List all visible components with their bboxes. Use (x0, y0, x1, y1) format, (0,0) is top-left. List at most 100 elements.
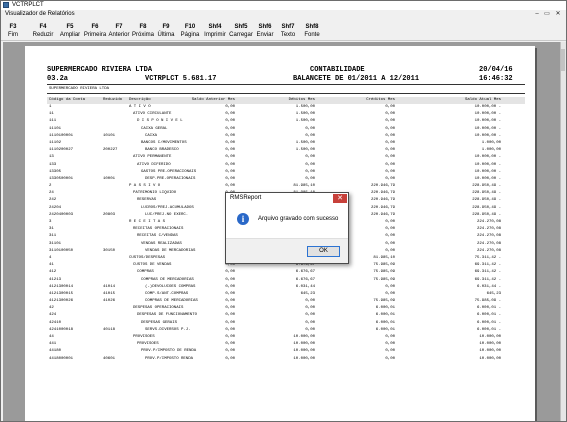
report-time: 16:46:32 (479, 75, 513, 83)
account-code-cell: 41 (49, 263, 54, 268)
prev-balance-cell: 0,00 (225, 335, 235, 339)
company-band: SUPERMERCADO RIVIERA LTDA (49, 87, 110, 91)
toolbar-button-enviar[interactable]: Shf6 Enviar (254, 23, 276, 40)
credits-cell: 0,00 (385, 335, 395, 339)
toolbar-button-fonte[interactable]: Shf8 Fonte (301, 23, 323, 40)
table-row: 412 COMPRAS 0,00 6.676,67 75.985,09 69.311,42… (47, 269, 525, 276)
credits-cell: 0,00 (385, 140, 395, 145)
toolbar-button-proxima[interactable]: F8 Próxima (130, 23, 156, 40)
current-balance-cell: 224.270,08 (476, 241, 501, 246)
description-cell: COMPRAS DE MERCADORIAS (141, 277, 194, 282)
credits-cell: 75.985,09 (373, 270, 395, 275)
current-balance-cell: 228.950,49 - (472, 184, 501, 189)
current-balance-cell: 10.000,00 (479, 349, 501, 354)
current-balance-cell: 69.311,42 - (474, 270, 501, 275)
scrollbar-thumb[interactable] (561, 49, 565, 71)
account-code-cell: 11 (49, 112, 54, 117)
current-balance-cell: 10.000,00 - (474, 133, 501, 138)
current-balance-cell: 224.270,08 (476, 227, 501, 232)
description-cell: PROV.P/IMPOSTO DE RENDA (141, 349, 197, 354)
account-code-cell: 4121300014 (49, 284, 74, 289)
dialog-close-button[interactable]: ✕ (333, 194, 347, 203)
table-row: 424 DESPESAS DE FUNCIONAMENTO 0,00 0,00 6.00… (47, 312, 525, 319)
description-cell: PROVISOES (137, 342, 159, 347)
description-cell: P A S S I V O (129, 184, 161, 189)
table-row: 133 ATIVO DIFERIDO 0,00 0,00 0,00 10.000,00 - (47, 162, 525, 169)
current-balance-cell: 6.000,01 - (476, 313, 501, 318)
credits-cell: 0,00 (385, 148, 395, 153)
credits-cell: 0,00 (385, 169, 395, 174)
toolbar-button-primeira[interactable]: F6 Primeira (82, 23, 108, 40)
minimize-button[interactable]: – (533, 11, 541, 18)
description-cell: ATIVO DIFERIDO (137, 162, 171, 167)
report-code: 03.2a (47, 75, 69, 83)
description-cell: CAIXA (145, 133, 158, 138)
dialog-body: i Arquivo gravado com sucesso (226, 204, 348, 238)
current-balance-cell: 645,23 (486, 291, 501, 296)
column-header-prev-balance: Saldo Anterior Mes (191, 98, 235, 102)
toolbar-button-pagina[interactable]: F10 Página (177, 23, 203, 40)
toolbar-button-texto[interactable]: Shf7 Texto (277, 23, 299, 40)
debits-cell: 645,23 (300, 291, 315, 296)
table-row: 2 P A S S I V O 0,00 81.985,10 220.946,79 228… (47, 183, 525, 190)
credits-cell: 0,00 (385, 356, 395, 361)
vertical-scrollbar[interactable] (560, 42, 566, 421)
current-balance-cell: 10.000,00 - (474, 126, 501, 131)
toolbar-button-reduzir[interactable]: F4 Reduzir (30, 23, 56, 40)
toolbar-button-label: Texto (280, 32, 296, 38)
account-code-cell: 2 (49, 184, 52, 189)
account-code-cell: 44 (49, 335, 54, 339)
account-code-cell: 41213 (49, 277, 62, 282)
description-cell: COMPRAS (137, 270, 154, 275)
description-cell: CUSTOS DE VENDAS (133, 263, 172, 268)
debits-cell: 0,00 (305, 155, 315, 160)
debits-cell: 0,00 (305, 299, 315, 304)
credits-cell: 0,00 (385, 349, 395, 354)
account-code-cell: 13305 (49, 169, 62, 174)
account-code-cell: 311 (49, 234, 57, 239)
table-row: 1 A T I V O 0,00 1.500,00 0,00 10.000,00 - (47, 104, 525, 111)
account-code-cell: 2420400003 (49, 212, 74, 217)
account-code-cell: 1 (49, 105, 52, 109)
account-code-cell: 4241000018 (49, 327, 74, 332)
current-balance-cell: 10.000,00 - (474, 112, 501, 117)
current-balance-cell: 69.311,42 - (474, 277, 501, 282)
toolbar-button-fim[interactable]: F3 Fim (3, 23, 23, 40)
credits-cell: 75.985,09 (373, 299, 395, 304)
maximize-button[interactable]: ▭ (543, 11, 551, 18)
toolbar-button-imprimir[interactable]: Shf4 Imprimir (202, 23, 228, 40)
toolbar-button-ultima[interactable]: F9 Última (154, 23, 178, 40)
credits-cell: 0,00 (385, 284, 395, 289)
ok-button[interactable]: OK (307, 246, 340, 257)
description-cell: ATIVO PERMANENTE (133, 155, 172, 160)
credits-cell: 81.985,10 (373, 255, 395, 260)
debits-cell: 6.676,67 (295, 270, 315, 275)
credits-cell: 0,00 (385, 155, 395, 160)
toolbar-button-carregar[interactable]: Shf5 Carregar (227, 23, 255, 40)
credits-cell: 75.985,09 (373, 277, 395, 282)
current-balance-cell: 228.950,49 - (472, 191, 501, 196)
account-code-cell: 242 (49, 198, 57, 203)
shortcut-key: F3 (9, 24, 17, 30)
account-code-cell: 4 (49, 255, 52, 260)
column-header-code: Código da Conta (49, 98, 86, 102)
toolbar-button-label: Reduzir (32, 32, 54, 38)
table-row: 42410 DESPESAS GERAIS 0,00 0,00 6.000,01 6.00… (47, 320, 525, 327)
account-code-cell: 13 (49, 155, 54, 160)
debits-cell: 1.500,00 (295, 140, 315, 145)
table-row: 11101 CAIXA GERAL 0,00 0,00 0,00 10.000,00 - (47, 126, 525, 133)
account-code-cell: 24 (49, 191, 54, 196)
dialog-title: RMSReport (226, 193, 348, 204)
toolbar-button-anterior[interactable]: F7 Anterior (106, 23, 132, 40)
table-row: 111 D I S P O N I V E L 0,00 1.500,00 0,00 10… (47, 118, 525, 125)
description-cell: RESERVAS (137, 198, 157, 203)
table-row: 42 DESPESAS OPERACIONAIS 0,00 0,00 6.000,01 6… (47, 305, 525, 312)
account-code-cell: 4121300015 (49, 291, 74, 296)
account-code-cell: 424 (49, 313, 57, 318)
close-button[interactable]: ✕ (554, 11, 562, 18)
prev-balance-cell: 0,00 (225, 148, 235, 153)
current-balance-cell: 75.985,09 - (474, 299, 501, 304)
shortcut-key: Shf6 (258, 24, 272, 30)
toolbar-button-ampliar[interactable]: F5 Ampliar (57, 23, 83, 40)
credits-cell: 6.000,01 (375, 306, 395, 311)
